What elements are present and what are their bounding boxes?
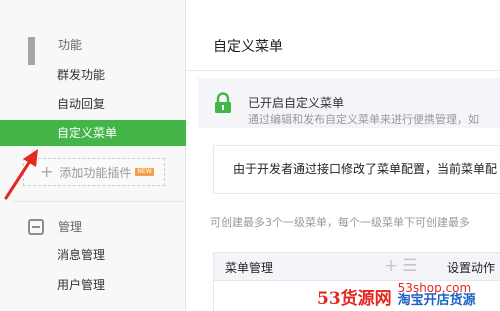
watermark-logo: 53货源网: [317, 289, 392, 309]
title-divider: [186, 70, 500, 71]
developer-alert: 由于开发者通过接口修改了菜单配置，当前菜单配: [213, 145, 500, 194]
notice-description: 通过编辑和发布自定义菜单来进行便携管理，如: [248, 113, 479, 126]
sidebar-section-title: 管理: [58, 220, 83, 234]
sidebar-item-messages[interactable]: 消息管理: [0, 242, 186, 268]
sort-icon[interactable]: ☰: [402, 256, 421, 276]
sidebar-section-title: 功能: [58, 38, 83, 52]
lock-icon: [215, 92, 231, 113]
sidebar-item-auto-reply[interactable]: 自动回复: [0, 91, 186, 117]
status-notice: 已开启自定义菜单 通过编辑和发布自定义菜单来进行便携管理，如: [198, 78, 500, 128]
page-title: 自定义菜单: [213, 39, 283, 55]
plus-icon[interactable]: +: [384, 256, 402, 276]
menu-table-tools: +☰: [384, 256, 422, 276]
add-plugin-label: 添加功能插件: [59, 165, 132, 180]
watermark-slogan: 淘宝开店货源: [397, 293, 476, 309]
new-badge: NEW: [135, 168, 154, 176]
main-panel: 自定义菜单 已开启自定义菜单 通过编辑和发布自定义菜单来进行便携管理，如 由于开…: [186, 0, 500, 311]
sidebar-item-custom-menu[interactable]: 自定义菜单: [0, 120, 186, 146]
sidebar-item-users[interactable]: 用户管理: [0, 272, 186, 298]
menu-table-header: 菜单管理 +☰ 设置动作: [213, 252, 500, 281]
watermark: 53货源网 53shop.com 淘宝开店货源: [315, 281, 500, 311]
app-window: 功能 群发功能 自动回复 自定义菜单 + 添加功能插件 NEW 管理 消息管理 …: [0, 0, 500, 311]
annotation-arrow-icon: [4, 149, 38, 200]
notice-title: 已开启自定义菜单: [248, 96, 345, 110]
add-plugin-button[interactable]: + 添加功能插件 NEW: [23, 158, 165, 186]
grid-icon: [28, 36, 44, 65]
menu-limit-hint: 可创建最多3个一级菜单，每个一级菜单下可创建最多: [210, 216, 470, 229]
set-action-label: 设置动作: [447, 261, 496, 275]
sidebar-section-management: 管理: [28, 218, 82, 235]
menu-management-label: 菜单管理: [225, 261, 274, 275]
sidebar-item-mass-send[interactable]: 群发功能: [0, 62, 186, 88]
inbox-icon: [28, 218, 44, 235]
sidebar-section-features: 功能: [28, 36, 83, 65]
watermark-text: 53shop.com 淘宝开店货源: [398, 282, 476, 308]
